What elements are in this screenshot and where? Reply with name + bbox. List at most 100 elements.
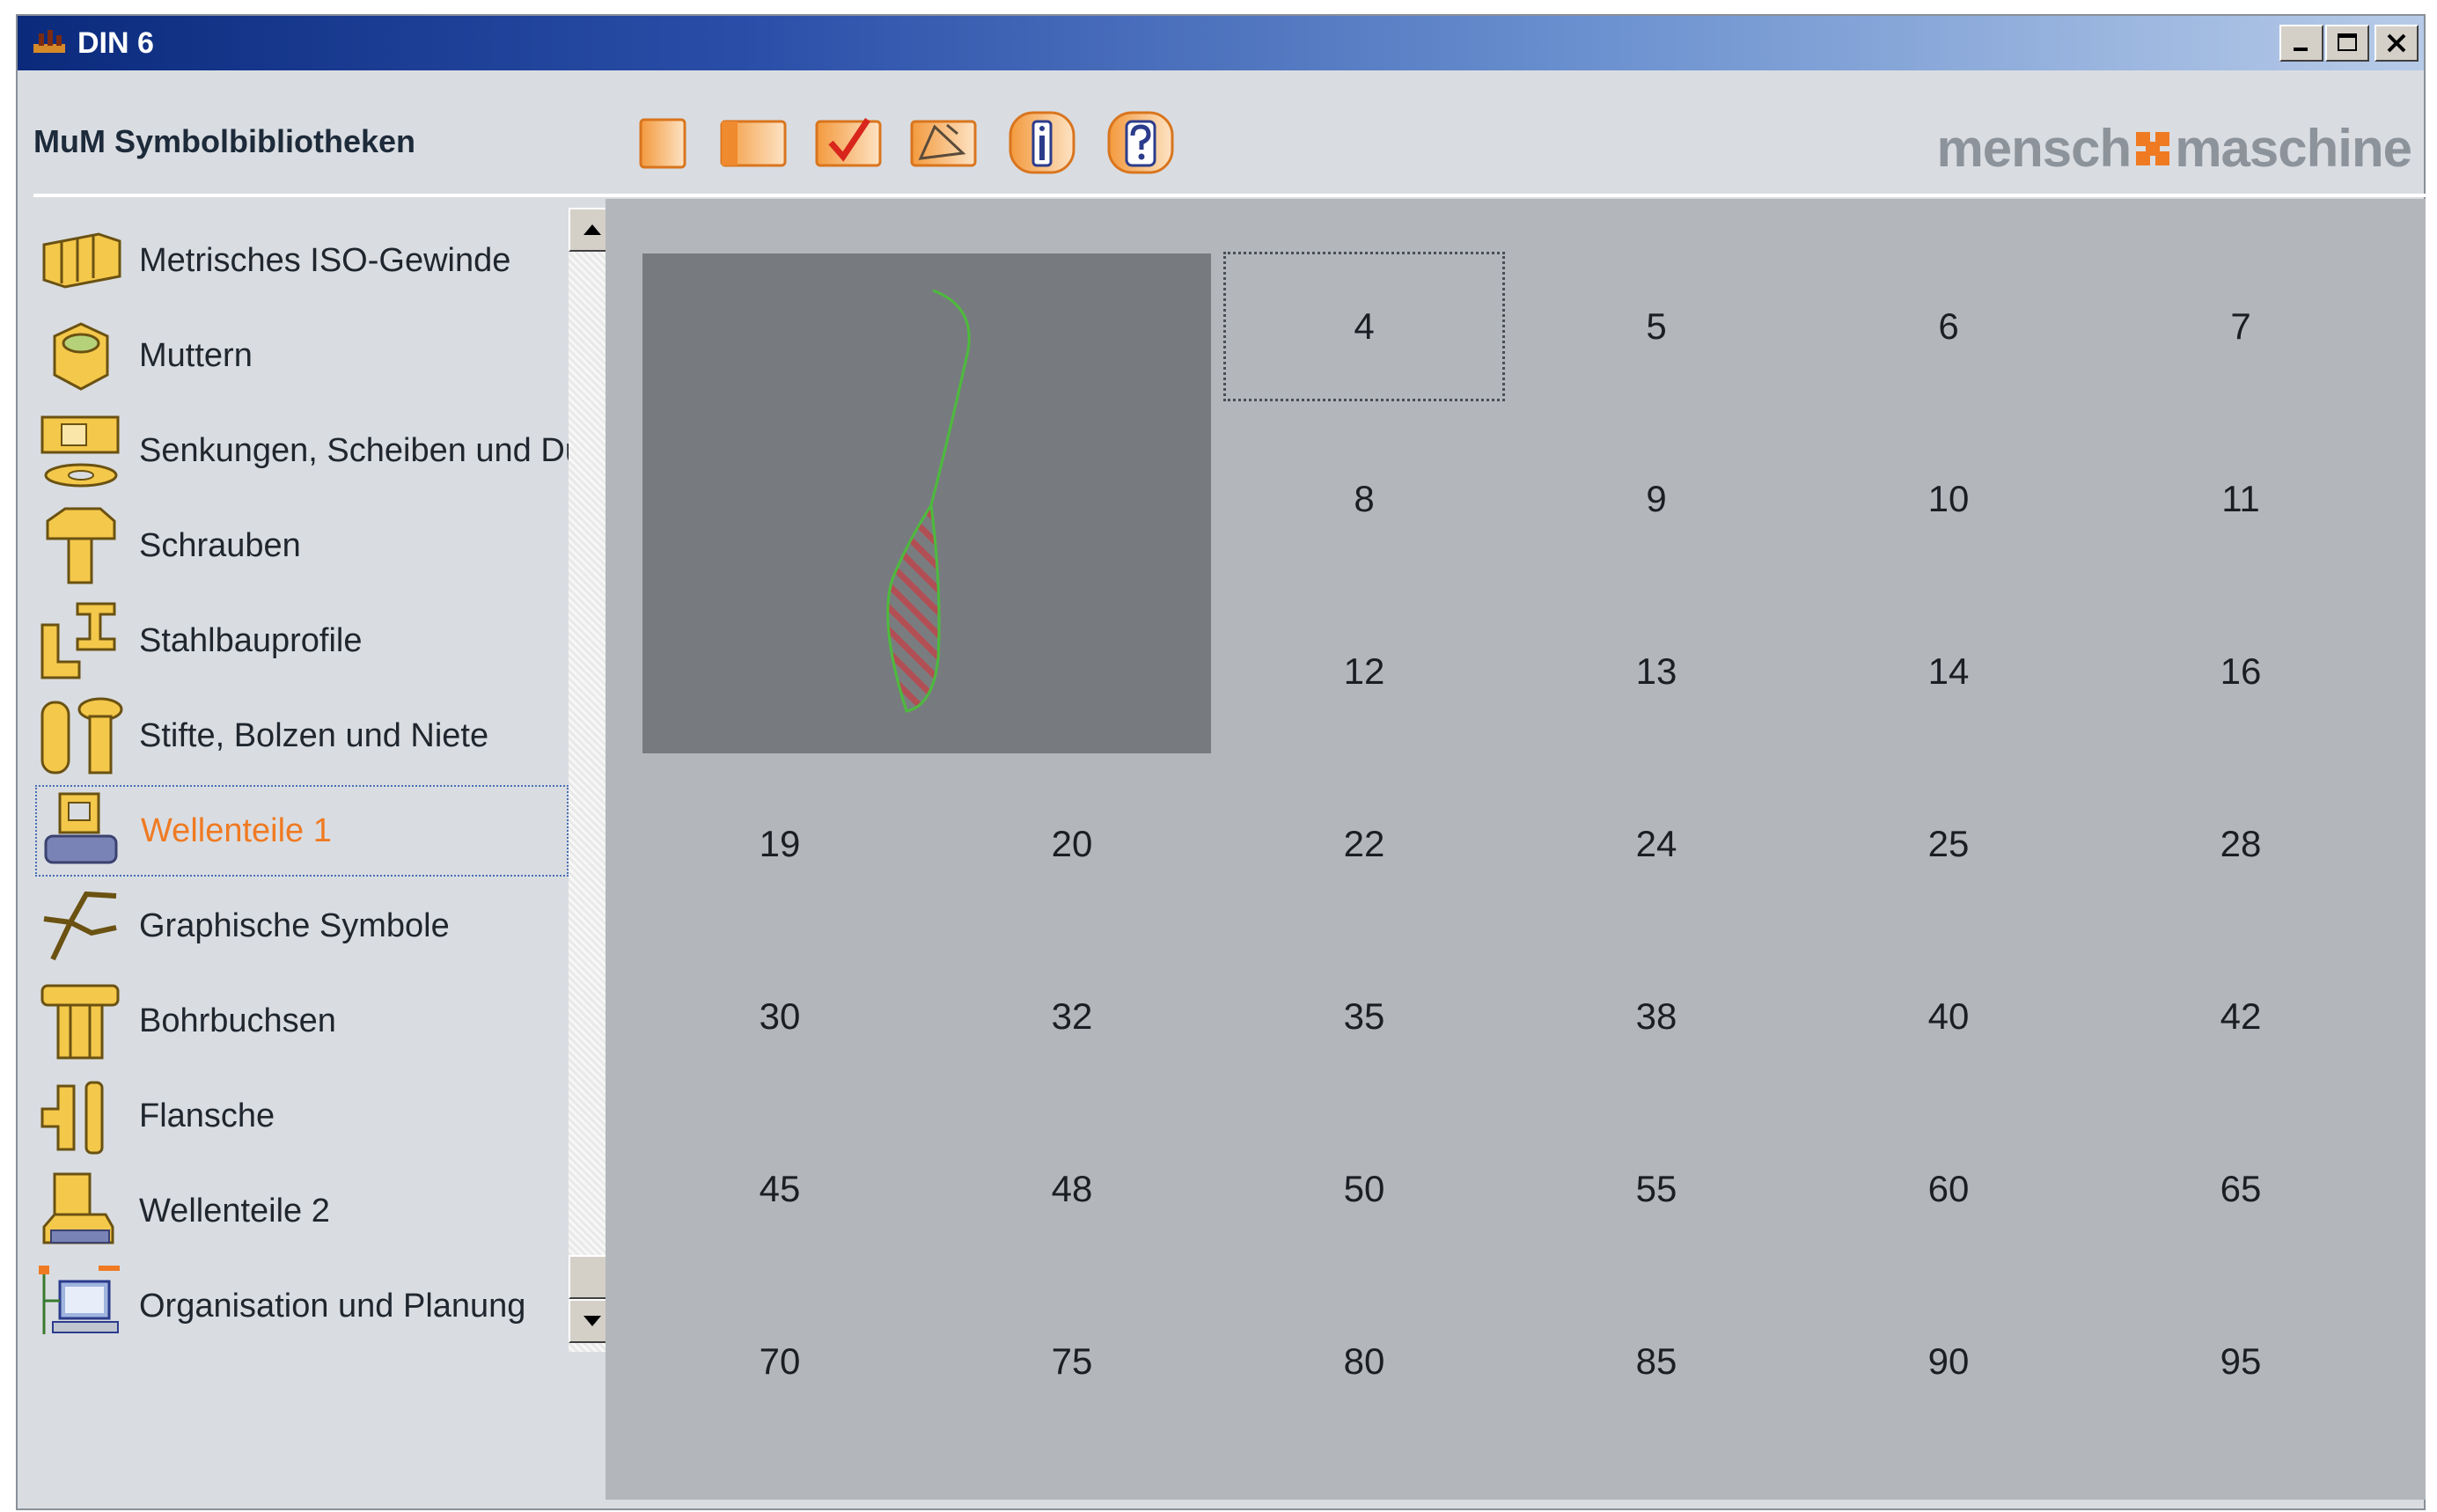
symbol-cell[interactable]: 60 bbox=[1808, 1114, 2089, 1264]
organisation-icon bbox=[39, 1266, 120, 1334]
sidebar-item-label: Wellenteile 2 bbox=[139, 1192, 330, 1229]
app-window: DIN 6 MuM Symbolbibliotheken mensch masc… bbox=[16, 14, 2436, 1510]
symbol-cell[interactable]: 32 bbox=[931, 942, 1213, 1091]
sidebar-item-label: Schrauben bbox=[139, 526, 301, 564]
symbol-cell[interactable]: 50 bbox=[1223, 1114, 1505, 1264]
symbol-cell[interactable]: 11 bbox=[2100, 424, 2382, 574]
symbol-cell[interactable]: 65 bbox=[2100, 1114, 2382, 1264]
measure-button[interactable] bbox=[908, 109, 979, 176]
thread-icon bbox=[42, 232, 121, 289]
sidebar-item-shaft-parts-2[interactable]: Wellenteile 2 bbox=[35, 1165, 569, 1257]
angle-icon bbox=[910, 120, 977, 167]
app-icon bbox=[33, 30, 65, 53]
checkmark-icon bbox=[815, 118, 882, 167]
shaft-part-icon bbox=[44, 792, 118, 864]
sidebar-item-organisation[interactable]: Organisation und Planung bbox=[35, 1260, 569, 1352]
sidebar-item-label: Stifte, Bolzen und Niete bbox=[139, 716, 489, 754]
check-button[interactable] bbox=[813, 109, 884, 176]
panel-icon bbox=[720, 120, 787, 167]
symbol-grid-panel: 4 5 6 7 8 9 10 11 12 13 14 16 19 20 22 2… bbox=[606, 199, 2426, 1500]
nut-icon bbox=[53, 322, 109, 391]
sidebar-item-screws[interactable]: Schrauben bbox=[35, 500, 569, 591]
symbol-cell[interactable]: 40 bbox=[1808, 942, 2089, 1091]
symbol-cell[interactable]: 70 bbox=[639, 1287, 921, 1436]
library-list: Metrisches ISO-Gewinde Muttern Senkungen… bbox=[35, 201, 569, 1503]
new-button[interactable] bbox=[627, 109, 697, 176]
graphic-symbol-icon bbox=[43, 891, 117, 961]
symbol-cell[interactable]: 95 bbox=[2100, 1287, 2382, 1436]
sidebar-item-label: Muttern bbox=[139, 336, 253, 374]
symbol-cell[interactable]: 75 bbox=[931, 1287, 1213, 1436]
blank-page-icon bbox=[639, 118, 686, 169]
symbol-cell[interactable]: 30 bbox=[639, 942, 921, 1091]
window-title: DIN 6 bbox=[77, 26, 154, 60]
symbol-cell[interactable]: 14 bbox=[1808, 597, 2089, 746]
info-button[interactable] bbox=[1007, 109, 1077, 176]
library-label: MuM Symbolbibliotheken bbox=[33, 123, 416, 159]
symbol-cell[interactable]: 25 bbox=[1808, 769, 2089, 919]
symbol-cell[interactable]: 90 bbox=[1808, 1287, 2089, 1436]
logo-x-icon bbox=[2136, 131, 2170, 165]
preview-drawing bbox=[886, 289, 971, 713]
symbol-cell[interactable]: 28 bbox=[2100, 769, 2382, 919]
sidebar-item-steel-profiles[interactable]: Stahlbauprofile bbox=[35, 595, 569, 686]
sidebar-item-graphic-symbols[interactable]: Graphische Symbole bbox=[35, 880, 569, 972]
symbol-preview bbox=[642, 253, 1211, 753]
symbol-cell[interactable]: 48 bbox=[931, 1114, 1213, 1264]
shaft-part-2-icon bbox=[42, 1172, 114, 1244]
symbol-cell[interactable]: 45 bbox=[639, 1114, 921, 1264]
sidebar-item-iso-thread[interactable]: Metrisches ISO-Gewinde bbox=[35, 215, 569, 306]
minimize-button[interactable] bbox=[2279, 25, 2323, 62]
info-icon bbox=[1009, 111, 1075, 174]
symbol-cell[interactable]: 80 bbox=[1223, 1287, 1505, 1436]
drill-bushing-icon bbox=[40, 984, 120, 1060]
symbol-cell[interactable]: 9 bbox=[1516, 424, 1797, 574]
sidebar-item-label: Metrisches ISO-Gewinde bbox=[139, 241, 511, 279]
pin-icon bbox=[40, 697, 123, 774]
open-button[interactable] bbox=[718, 109, 789, 176]
sidebar-item-label: Senkungen, Scheiben und Du bbox=[139, 431, 569, 469]
symbol-cell[interactable]: 5 bbox=[1516, 252, 1797, 401]
symbol-cell[interactable]: 22 bbox=[1223, 769, 1505, 919]
symbol-cell[interactable]: 16 bbox=[2100, 597, 2382, 746]
logo-text-right: maschine bbox=[2175, 119, 2412, 178]
symbol-cell[interactable]: 38 bbox=[1516, 942, 1797, 1091]
sidebar-item-nuts[interactable]: Muttern bbox=[35, 310, 569, 401]
close-icon bbox=[2387, 33, 2406, 53]
symbol-cell[interactable]: 35 bbox=[1223, 942, 1505, 1091]
symbol-cell-4[interactable]: 4 bbox=[1223, 252, 1505, 401]
symbol-cell[interactable]: 20 bbox=[931, 769, 1213, 919]
sidebar-item-flanges[interactable]: Flansche bbox=[35, 1070, 569, 1162]
symbol-cell[interactable]: 24 bbox=[1516, 769, 1797, 919]
symbol-cell[interactable]: 19 bbox=[639, 769, 921, 919]
help-button[interactable] bbox=[1105, 109, 1176, 176]
sidebar-item-pins[interactable]: Stifte, Bolzen und Niete bbox=[35, 690, 569, 782]
maximize-icon bbox=[2338, 33, 2357, 51]
symbol-cell[interactable]: 8 bbox=[1223, 424, 1505, 574]
arrow-up-icon bbox=[584, 224, 601, 235]
sidebar-item-drill-bushings[interactable]: Bohrbuchsen bbox=[35, 975, 569, 1067]
close-button[interactable] bbox=[2375, 25, 2419, 62]
flange-icon bbox=[40, 1081, 104, 1155]
sidebar-item-countersinks[interactable]: Senkungen, Scheiben und Du bbox=[35, 405, 569, 496]
title-bar[interactable]: DIN 6 bbox=[18, 16, 2424, 70]
logo-text-left: mensch bbox=[1936, 119, 2132, 178]
symbol-cell[interactable]: 12 bbox=[1223, 597, 1505, 746]
header-divider bbox=[33, 194, 2436, 197]
sidebar-item-label: Organisation und Planung bbox=[139, 1287, 526, 1325]
symbol-cell[interactable]: 55 bbox=[1516, 1114, 1797, 1264]
sidebar-item-label: Flansche bbox=[139, 1097, 275, 1134]
symbol-cell[interactable]: 13 bbox=[1516, 597, 1797, 746]
header-bar: MuM Symbolbibliotheken mensch maschine bbox=[18, 70, 2424, 194]
arrow-down-icon bbox=[584, 1316, 601, 1326]
maximize-button[interactable] bbox=[2325, 25, 2369, 62]
symbol-cell[interactable]: 42 bbox=[2100, 942, 2382, 1091]
symbol-cell[interactable]: 85 bbox=[1516, 1287, 1797, 1436]
sidebar-item-shaft-parts-1[interactable]: Wellenteile 1 bbox=[35, 785, 569, 877]
symbol-cell[interactable]: 10 bbox=[1808, 424, 2089, 574]
symbol-cell[interactable]: 6 bbox=[1808, 252, 2089, 401]
library-sidebar: Metrisches ISO-Gewinde Muttern Senkungen… bbox=[35, 201, 616, 1503]
brand-logo: mensch maschine bbox=[1936, 118, 2412, 179]
symbol-cell[interactable]: 7 bbox=[2100, 252, 2382, 401]
question-icon bbox=[1107, 111, 1174, 174]
